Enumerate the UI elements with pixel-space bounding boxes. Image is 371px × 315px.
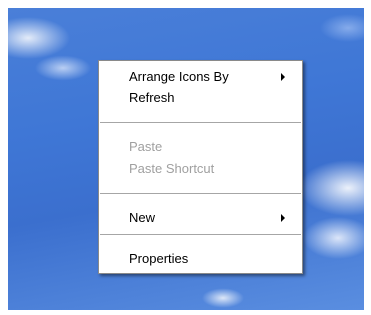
menu-item-paste-shortcut: Paste Shortcut bbox=[100, 159, 301, 179]
menu-item-label: Paste Shortcut bbox=[129, 161, 215, 176]
menu-item-new[interactable]: New bbox=[100, 208, 301, 228]
menu-item-refresh[interactable]: Refresh bbox=[100, 88, 301, 108]
menu-item-label: Properties bbox=[129, 251, 189, 266]
screenshot-frame: Arrange Icons By Refresh Paste Paste Sho… bbox=[0, 0, 371, 315]
desktop-context-menu: Arrange Icons By Refresh Paste Paste Sho… bbox=[98, 60, 303, 274]
desktop-background[interactable]: Arrange Icons By Refresh Paste Paste Sho… bbox=[8, 8, 364, 310]
menu-item-paste: Paste bbox=[100, 137, 301, 157]
menu-item-label: Paste bbox=[129, 139, 163, 154]
menu-item-properties[interactable]: Properties bbox=[100, 249, 301, 269]
menu-separator bbox=[100, 193, 301, 195]
submenu-arrow-icon bbox=[281, 214, 285, 222]
menu-item-arrange-icons-by[interactable]: Arrange Icons By bbox=[100, 67, 301, 87]
menu-item-label: Arrange Icons By bbox=[129, 69, 229, 84]
submenu-arrow-icon bbox=[281, 73, 285, 81]
menu-item-label: Refresh bbox=[129, 90, 175, 105]
menu-separator bbox=[100, 122, 301, 124]
menu-separator bbox=[100, 234, 301, 236]
menu-item-label: New bbox=[129, 210, 156, 225]
